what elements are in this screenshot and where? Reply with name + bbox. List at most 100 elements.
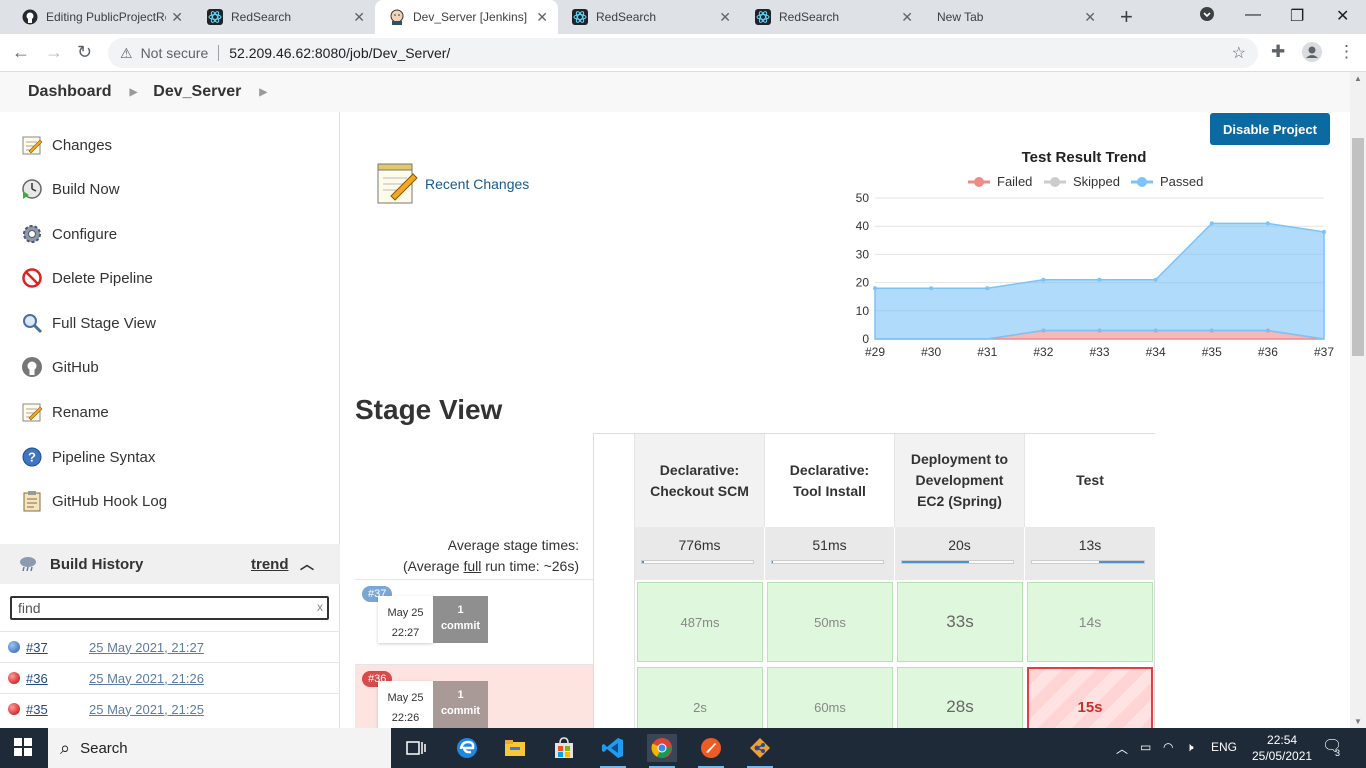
store-icon[interactable] — [549, 734, 579, 762]
build-number-link[interactable]: #37 — [26, 640, 48, 655]
build-row[interactable]: #36 25 May 2021, 21:26 — [0, 662, 340, 693]
sidebar-item-full-stage-view[interactable]: Full Stage View — [20, 311, 156, 335]
volume-muted-icon[interactable]: 🕨 — [1186, 740, 1194, 755]
stage-cell[interactable]: 2s — [637, 667, 763, 728]
edge-icon[interactable] — [452, 734, 482, 762]
url-text[interactable]: 52.209.46.62:8080/job/Dev_Server/ — [229, 45, 450, 61]
stage-average-time: 13s — [1078, 537, 1102, 553]
avg-full-link[interactable]: full — [463, 558, 481, 574]
close-icon[interactable]: ✕ — [901, 9, 913, 26]
build-search-input[interactable]: find x — [10, 596, 329, 620]
language-indicator[interactable]: ENG — [1211, 740, 1237, 754]
close-icon[interactable]: ✕ — [719, 9, 731, 26]
disable-project-button[interactable]: Disable Project — [1210, 113, 1330, 145]
stage-average-bar — [771, 560, 884, 564]
tab-title: RedSearch — [231, 10, 292, 24]
sidebar-item-changes[interactable]: Changes — [20, 133, 112, 157]
chevron-right-icon[interactable]: ▶ — [259, 87, 267, 98]
bookmark-star-icon[interactable]: ☆ — [1232, 43, 1246, 63]
build-number-link[interactable]: #35 — [26, 702, 48, 717]
browser-tab[interactable]: RedSearch ✕ — [558, 0, 741, 34]
stage-cell[interactable]: 33s — [897, 582, 1023, 662]
average-full-run-time: (Average full run time: ~26s) — [403, 556, 579, 577]
run-commits[interactable]: 1 commit — [433, 681, 488, 728]
sidebar-item-label: Delete Pipeline — [52, 269, 153, 287]
sidebar-item-configure[interactable]: Configure — [20, 222, 117, 246]
windows-start-icon[interactable] — [14, 738, 32, 761]
sidebar-item-delete-pipeline[interactable]: Delete Pipeline — [20, 266, 153, 290]
tab-search-icon[interactable] — [1199, 6, 1215, 27]
security-label[interactable]: Not secure — [141, 45, 209, 61]
chevron-up-icon[interactable]: ︿ — [1116, 740, 1128, 757]
sidebar-item-build-now[interactable]: Build Now — [20, 177, 120, 201]
close-icon[interactable]: ✕ — [1084, 9, 1096, 26]
notepad-icon — [20, 133, 44, 157]
stage-cell[interactable]: 60ms — [767, 667, 893, 728]
browser-tab-active[interactable]: Dev_Server [Jenkins] ✕ — [375, 0, 558, 34]
close-icon[interactable]: ✕ — [353, 9, 365, 26]
browser-menu-icon[interactable]: ⋮ — [1338, 42, 1355, 62]
build-date-link[interactable]: 25 May 2021, 21:27 — [89, 640, 204, 655]
sidebar-item-rename[interactable]: Rename — [20, 400, 109, 424]
build-number-link[interactable]: #36 — [26, 671, 48, 686]
close-window-icon[interactable]: ✕ — [1336, 6, 1349, 26]
stage-cell-failed[interactable]: 15s — [1027, 667, 1153, 728]
recent-changes-link[interactable]: Recent Changes — [425, 176, 529, 192]
sidebar-item-github[interactable]: GitHub — [20, 355, 99, 379]
chrome-icon[interactable] — [647, 734, 677, 768]
run-row-36[interactable]: #36 May 25 22:26 1 commit — [355, 664, 593, 728]
scrollbar-thumb[interactable] — [1352, 138, 1364, 356]
system-clock[interactable]: 22:54 25/05/2021 — [1252, 732, 1312, 764]
stage-cell[interactable]: 487ms — [637, 582, 763, 662]
chevron-up-icon[interactable]: ︿ — [300, 554, 314, 574]
run-commits[interactable]: 1 commit — [433, 596, 488, 643]
new-tab-button[interactable]: + — [1120, 4, 1133, 30]
file-explorer-icon[interactable] — [500, 734, 530, 762]
sidebar-item-github-hook-log[interactable]: GitHub Hook Log — [20, 489, 167, 513]
extensions-icon[interactable]: ✚ — [1271, 42, 1285, 62]
stage-cell[interactable]: 50ms — [767, 582, 893, 662]
postman-icon[interactable] — [696, 734, 726, 768]
battery-icon[interactable]: ▭ — [1140, 740, 1151, 754]
address-bar[interactable]: ⚠ Not secure 52.209.46.62:8080/job/Dev_S… — [108, 38, 1258, 68]
restore-icon[interactable]: ❐ — [1290, 6, 1304, 26]
warning-icon[interactable]: ⚠ — [120, 45, 133, 62]
scroll-down-icon[interactable]: ▼ — [1354, 717, 1362, 726]
browser-tab[interactable]: RedSearch ✕ — [741, 0, 923, 34]
forward-icon[interactable]: → — [45, 42, 63, 63]
close-icon[interactable]: ✕ — [171, 9, 183, 26]
back-icon[interactable]: ← — [12, 42, 30, 63]
build-row[interactable]: #35 25 May 2021, 21:25 — [0, 693, 340, 724]
wifi-icon[interactable]: ◠ — [1163, 740, 1173, 754]
trend-link[interactable]: trend — [251, 556, 289, 573]
page-scrollbar[interactable]: ▲ ▼ — [1350, 72, 1366, 728]
breadcrumb-item-dev-server[interactable]: Dev_Server — [153, 83, 241, 101]
task-view-icon[interactable] — [401, 734, 431, 762]
close-icon[interactable]: ✕ — [536, 9, 548, 26]
browser-tab[interactable]: New Tab ✕ — [923, 0, 1106, 34]
taskbar-search-box[interactable]: ⌕ Search — [48, 728, 391, 768]
build-date-link[interactable]: 25 May 2021, 21:26 — [89, 671, 204, 686]
browser-tab[interactable]: RedSearch ✕ — [193, 0, 375, 34]
sidebar-item-pipeline-syntax[interactable]: ? Pipeline Syntax — [20, 445, 155, 469]
scroll-up-icon[interactable]: ▲ — [1354, 74, 1362, 83]
stage-cell[interactable]: 14s — [1027, 582, 1153, 662]
chevron-right-icon[interactable]: ▶ — [130, 87, 138, 98]
vscode-icon[interactable] — [598, 734, 628, 768]
build-date-link[interactable]: 25 May 2021, 21:25 — [89, 702, 204, 717]
recent-changes[interactable]: Recent Changes — [375, 162, 529, 206]
breadcrumb-item-dashboard[interactable]: Dashboard — [28, 83, 112, 101]
run-row-37[interactable]: #37 May 25 22:27 1 commit — [355, 579, 593, 664]
sidebar-item-label: GitHub — [52, 358, 99, 376]
browser-tab[interactable]: Editing PublicProjectRe ✕ — [8, 0, 193, 34]
legend-marker — [974, 177, 984, 187]
build-row[interactable]: #37 25 May 2021, 21:27 — [0, 631, 340, 662]
clear-icon[interactable]: x — [317, 600, 323, 614]
stage-cell[interactable]: 28s — [897, 667, 1023, 728]
stage-name-line: Test — [1076, 472, 1104, 488]
minimize-icon[interactable]: — — [1245, 6, 1261, 24]
git-tool-icon[interactable] — [745, 734, 775, 768]
x-tick-label: #37 — [1314, 345, 1334, 359]
profile-avatar-icon[interactable] — [1302, 42, 1322, 67]
reload-icon[interactable]: ↻ — [77, 42, 92, 63]
